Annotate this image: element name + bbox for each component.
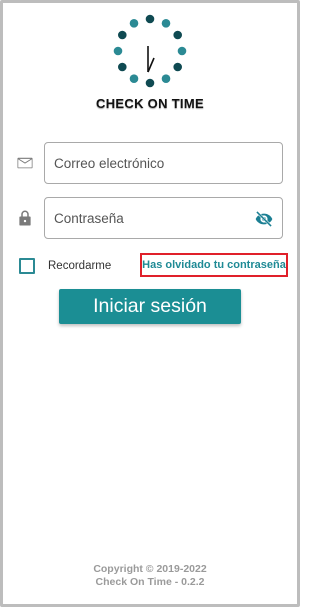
clock-dot [145,78,155,88]
password-field[interactable] [44,197,283,239]
brand-name: CHECK ON TIME [96,96,204,111]
clock-dot [161,74,171,83]
clock-dot [173,30,182,40]
eye-off-icon[interactable] [254,209,274,229]
clock-dot [118,62,127,72]
password-input[interactable] [45,198,282,238]
forgot-password-link[interactable]: Has olvidado tu contraseña [142,259,286,271]
clock-dot [129,19,139,28]
copyright-text: Copyright © 2019-2022 [93,563,207,575]
remember-label: Recordarme [48,260,112,272]
envelope-icon [17,157,33,169]
remember-me[interactable]: Recordarme [19,258,111,274]
email-input[interactable] [45,143,282,183]
remember-checkbox[interactable] [19,258,35,274]
clock-dot [173,62,182,72]
email-field[interactable] [44,142,283,184]
login-button[interactable]: Iniciar sesión [59,289,241,324]
clock-dot [145,14,155,24]
clock-dot [118,30,127,40]
forgot-password-highlight: Has olvidado tu contraseña [140,253,288,277]
clock-dot [161,19,171,28]
clock-dot [177,46,187,56]
version-text: Check On Time - 0.2.2 [95,576,205,588]
footer: Copyright © 2019-2022 Check On Time - 0.… [0,563,300,589]
clock-dot [113,46,123,56]
lock-icon [19,210,31,226]
clock-dot [129,74,139,83]
